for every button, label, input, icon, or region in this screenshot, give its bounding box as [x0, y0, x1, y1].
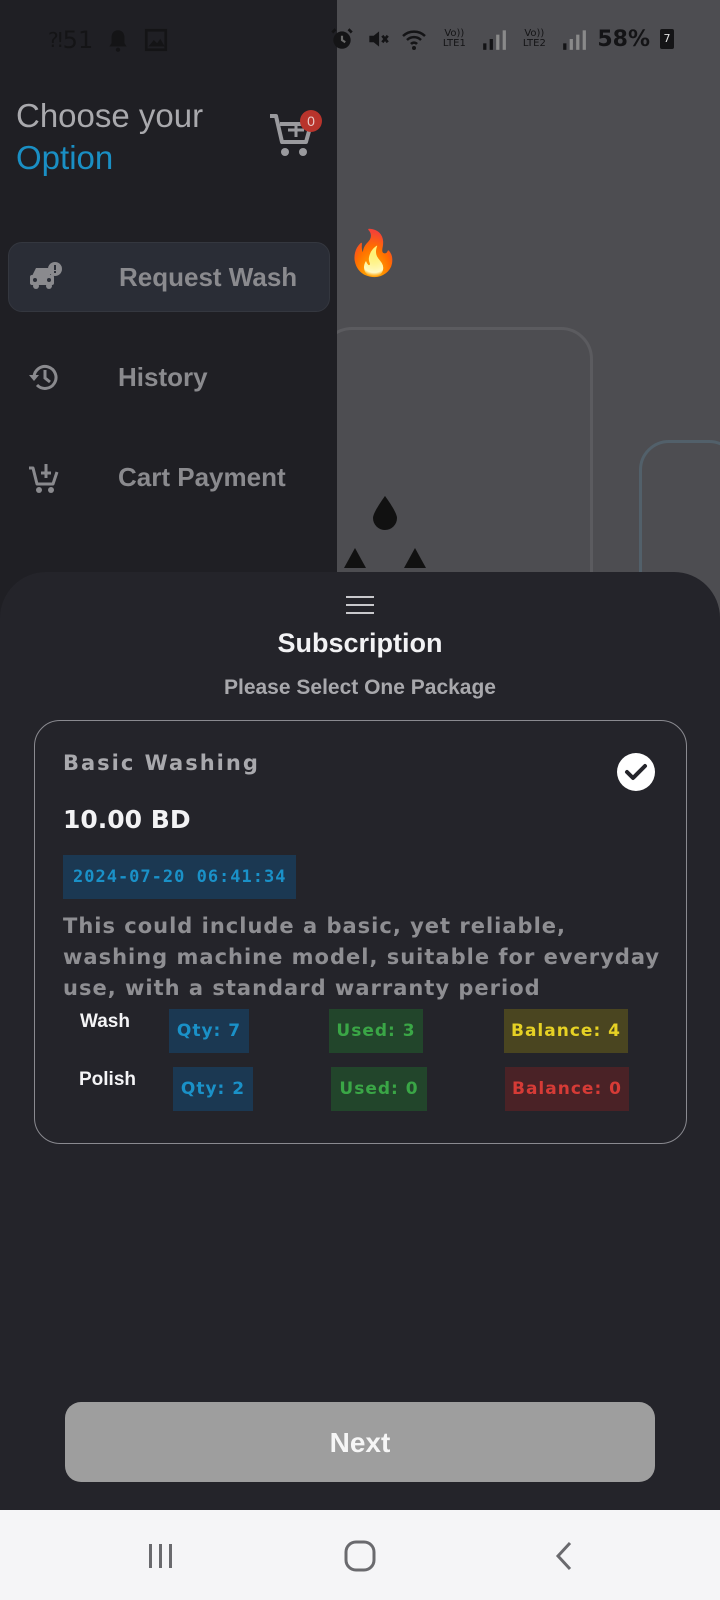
mute-icon [369, 31, 390, 47]
drawer-title: Choose your Option [16, 95, 203, 179]
next-button[interactable]: Next [65, 1402, 655, 1482]
gallery-icon [145, 28, 168, 52]
cart-count-badge: 0 [300, 110, 322, 132]
subscription-bottom-sheet: Subscription Please Select One Package B… [0, 572, 720, 1510]
sheet-title: Subscription [277, 628, 443, 658]
menu-handle-icon[interactable] [346, 596, 374, 616]
alarm-icon [331, 28, 354, 49]
menu-item-request-wash[interactable]: Request Wash [8, 242, 330, 312]
package-price: 10.00 BD [63, 805, 191, 834]
package-date-badge: 2024-07-20 06:41:34 [63, 855, 297, 899]
status-left-text: ⁈ 51 [48, 26, 94, 54]
used-chip: Used: 0 [331, 1067, 427, 1111]
system-nav-bar [0, 1510, 720, 1600]
drawer-title-line1: Choose your [16, 97, 204, 134]
used-chip: Used: 3 [329, 1009, 423, 1053]
signal-alt-icon: ⁈ [48, 28, 63, 52]
water-drop-icon [344, 548, 366, 568]
car-alert-icon [27, 259, 63, 295]
wifi-icon [402, 30, 427, 50]
battery-percent: 58% [597, 26, 650, 52]
usage-service-label: Wash [80, 1011, 130, 1032]
recent-apps-icon[interactable] [137, 1532, 185, 1580]
battery-badge: 7 [663, 32, 671, 45]
menu-item-history[interactable]: History [8, 342, 330, 412]
balance-chip: Balance: 0 [505, 1067, 629, 1111]
menu-item-label: Cart Payment [118, 461, 286, 492]
cart-plus-icon [26, 459, 62, 495]
drawer-title-line2: Option [16, 139, 114, 176]
package-card-basic-washing[interactable]: Basic Washing 10.00 BD 2024-07-20 06:41:… [34, 720, 687, 1144]
package-description: This could include a basic, yet reliable… [63, 914, 661, 1000]
menu-item-cart-payment[interactable]: Cart Payment [8, 442, 330, 512]
status-bar: ⁈ 51 Vo)) LTE1 Vo)) LTE2 58% 7 [0, 0, 720, 80]
menu-item-label: Request Wash [119, 261, 298, 292]
back-icon[interactable] [540, 1532, 588, 1580]
water-drop-icon [404, 548, 426, 568]
sheet-subtitle: Please Select One Package [223, 676, 496, 699]
fire-icon: 🔥 [346, 228, 401, 279]
qty-chip: Qty: 2 [173, 1067, 253, 1111]
signal-icon [483, 30, 507, 50]
sim2-indicator: Vo)) LTE2 [522, 28, 546, 49]
sim1-indicator: Vo)) LTE1 [442, 28, 466, 49]
home-icon[interactable] [336, 1532, 384, 1580]
menu-item-label: History [118, 361, 208, 392]
signal-icon [563, 30, 587, 50]
battery-icon: 7 [660, 29, 674, 49]
balance-chip: Balance: 4 [504, 1009, 628, 1053]
check-circle-icon[interactable] [617, 753, 655, 791]
notification-bell-icon [109, 30, 127, 52]
history-icon [26, 359, 62, 395]
water-drop-icon [373, 496, 397, 530]
qty-chip: Qty: 7 [169, 1009, 249, 1053]
package-name: Basic Washing [63, 751, 260, 775]
usage-service-label: Polish [79, 1069, 137, 1090]
